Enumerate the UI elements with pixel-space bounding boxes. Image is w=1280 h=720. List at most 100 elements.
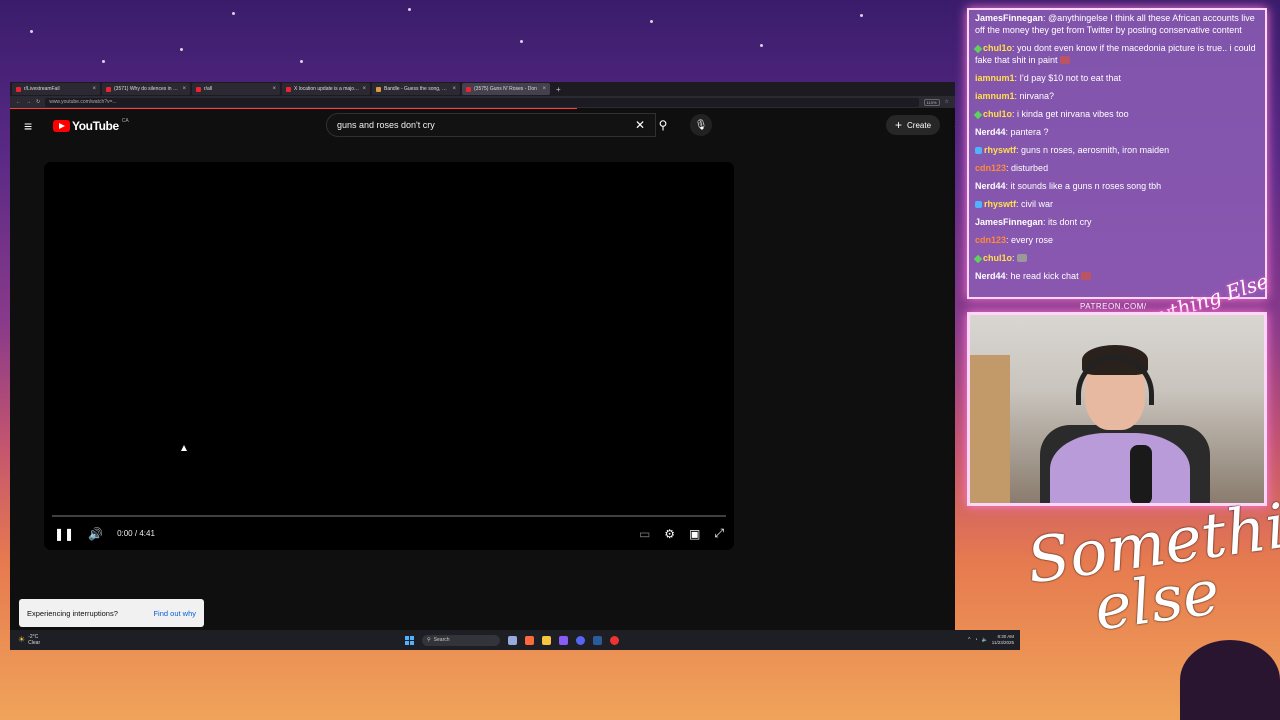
taskbar-search[interactable]: ⚲ Search bbox=[422, 634, 500, 646]
bookmark-star-icon[interactable]: ☆ bbox=[945, 99, 949, 105]
microphone bbox=[1130, 445, 1152, 503]
gem-badge-icon bbox=[975, 201, 982, 208]
chat-username[interactable]: iamnum1 bbox=[975, 73, 1015, 83]
chat-username[interactable]: cdn123 bbox=[975, 163, 1006, 173]
tab-livestreamfail[interactable]: r/LivestreamFail × bbox=[12, 83, 100, 95]
time-separator: / bbox=[134, 529, 138, 538]
discord-icon[interactable] bbox=[576, 635, 585, 645]
time-total: 4:41 bbox=[139, 529, 155, 538]
chat-username[interactable]: rhyswtf bbox=[984, 145, 1016, 155]
chat-username[interactable]: iamnum1 bbox=[975, 91, 1015, 101]
chat-message: cdn123: every rose bbox=[975, 235, 1054, 245]
youtube-logo[interactable]: YouTube CA bbox=[53, 118, 129, 133]
gem-badge-icon bbox=[975, 147, 982, 154]
back-icon[interactable]: ← bbox=[16, 99, 21, 105]
close-icon[interactable]: × bbox=[272, 86, 276, 92]
close-icon[interactable]: × bbox=[362, 86, 366, 92]
chat-username[interactable]: JamesFinnegan bbox=[975, 217, 1043, 227]
stream-chat-overlay: JamesFinnegan: @anythingelse I think all… bbox=[967, 8, 1267, 299]
settings-gear-icon[interactable]: ⚙ bbox=[664, 527, 675, 541]
video-player[interactable]: ❚❚ 🔊 0:00 / 4:41 ▭ ⚙ ▣ ⤢ bbox=[44, 162, 734, 550]
sub-badge-icon bbox=[973, 254, 983, 264]
firefox-icon[interactable] bbox=[525, 635, 534, 645]
reddit-icon bbox=[196, 86, 201, 92]
chat-message: rhyswtf: civil war bbox=[975, 198, 1259, 210]
steam-icon[interactable] bbox=[593, 635, 602, 645]
chat-username[interactable]: rhyswtf bbox=[984, 199, 1016, 209]
windows-start-icon[interactable] bbox=[405, 635, 414, 645]
chat-username[interactable]: chul1o bbox=[983, 43, 1012, 53]
youtube-play-icon bbox=[53, 120, 70, 132]
reddit-icon bbox=[286, 86, 291, 92]
sub-badge-icon bbox=[973, 44, 983, 54]
close-icon[interactable]: × bbox=[542, 86, 546, 92]
chat-username[interactable]: Nerd44 bbox=[975, 271, 1006, 281]
fullscreen-icon[interactable]: ⤢ bbox=[714, 526, 724, 541]
chat-username[interactable]: chul1o bbox=[983, 109, 1012, 119]
wifi-icon[interactable]: ◔ bbox=[975, 637, 978, 643]
chat-message: chul1o: i kinda get nirvana vibes too bbox=[973, 108, 1259, 120]
youtube-header: ≡ YouTube CA guns and roses don't cry ✕ … bbox=[10, 109, 955, 143]
obs-icon[interactable] bbox=[610, 635, 619, 645]
browser-window: r/LivestreamFail × (3571) Why do silences… bbox=[10, 82, 955, 648]
mouse-cursor bbox=[181, 445, 187, 451]
pause-icon[interactable]: ❚❚ bbox=[54, 527, 74, 541]
system-tray: ^ ◔ 🔈 8:30 AM 11/23/2025 bbox=[968, 634, 1020, 646]
reddit-icon bbox=[16, 86, 21, 92]
address-bar[interactable]: www.youtube.com/watch?v=... bbox=[45, 97, 919, 107]
chat-text: you dont even know if the macedonia pict… bbox=[975, 43, 1256, 65]
app-icon[interactable] bbox=[559, 635, 568, 645]
chat-username[interactable]: JamesFinnegan bbox=[975, 13, 1043, 23]
theater-mode-icon[interactable]: ▣ bbox=[689, 527, 700, 541]
volume-tray-icon[interactable]: 🔈 bbox=[982, 637, 988, 643]
new-tab-icon[interactable]: + bbox=[552, 85, 565, 94]
plus-icon: + bbox=[895, 118, 903, 132]
search-value: guns and roses don't cry bbox=[337, 120, 435, 130]
voice-search-button[interactable]: 🎙 bbox=[690, 114, 712, 136]
tab-x-location[interactable]: X location update is a major so × bbox=[282, 83, 370, 95]
chat-text: every rose bbox=[1011, 235, 1054, 245]
close-icon[interactable]: × bbox=[452, 86, 456, 92]
captions-icon[interactable]: ▭ bbox=[639, 527, 650, 541]
search-button[interactable]: ⚲ bbox=[650, 113, 676, 137]
reload-icon[interactable]: ↻ bbox=[36, 99, 40, 105]
tab-guns-n-roses[interactable]: (3575) Guns N' Roses - Don × bbox=[462, 83, 550, 95]
palm-silhouette bbox=[1180, 640, 1280, 720]
chat-message: Nerd44: pantera ? bbox=[975, 127, 1049, 137]
tray-chevron-icon[interactable]: ^ bbox=[968, 637, 970, 643]
emote-icon bbox=[1060, 56, 1071, 64]
weather-desc: Clear bbox=[28, 640, 41, 646]
weather-widget[interactable]: ☀ -2°C Clear bbox=[10, 634, 40, 646]
close-icon[interactable]: × bbox=[92, 86, 96, 92]
emote-icon bbox=[1081, 272, 1092, 280]
taskbar-apps: ⚲ Search bbox=[405, 634, 619, 646]
tab-silences[interactable]: (3571) Why do silences in mo × bbox=[102, 83, 190, 95]
zoom-indicator[interactable]: 110% bbox=[923, 98, 940, 106]
search-input[interactable]: guns and roses don't cry ✕ bbox=[326, 113, 656, 137]
chat-username[interactable]: Nerd44 bbox=[975, 127, 1006, 137]
clear-search-icon[interactable]: ✕ bbox=[635, 118, 645, 132]
notifications-icon[interactable]: 🔔 bbox=[954, 118, 955, 129]
region-code: CA bbox=[121, 118, 129, 124]
tab-r-all[interactable]: r/all × bbox=[192, 83, 280, 95]
clock[interactable]: 8:30 AM 11/23/2025 bbox=[992, 634, 1014, 646]
tab-title: r/LivestreamFail bbox=[24, 86, 60, 92]
chat-username[interactable]: cdn123 bbox=[975, 235, 1006, 245]
file-explorer-icon[interactable] bbox=[542, 635, 551, 645]
chat-message: rhyswtf: guns n roses, aerosmith, iron m… bbox=[975, 144, 1259, 156]
chat-username[interactable]: chul1o bbox=[983, 253, 1012, 263]
tab-bandle[interactable]: Bandle - Guess the song, one in × bbox=[372, 83, 460, 95]
create-button[interactable]: + Create bbox=[886, 115, 941, 135]
streamer bbox=[1050, 345, 1190, 503]
close-icon[interactable]: × bbox=[182, 86, 186, 92]
chat-message: cdn123: disturbed bbox=[975, 163, 1049, 173]
task-view-icon[interactable] bbox=[508, 635, 517, 645]
chat-username[interactable]: Nerd44 bbox=[975, 181, 1006, 191]
webcam-shelf bbox=[970, 355, 1010, 503]
find-out-why-link[interactable]: Find out why bbox=[153, 609, 196, 618]
menu-icon[interactable]: ≡ bbox=[24, 118, 44, 134]
volume-icon[interactable]: 🔊 bbox=[88, 527, 103, 541]
forward-icon[interactable]: → bbox=[26, 99, 31, 105]
chat-text: I'd pay $10 not to eat that bbox=[1019, 73, 1121, 83]
tab-bar: r/LivestreamFail × (3571) Why do silences… bbox=[10, 82, 955, 96]
